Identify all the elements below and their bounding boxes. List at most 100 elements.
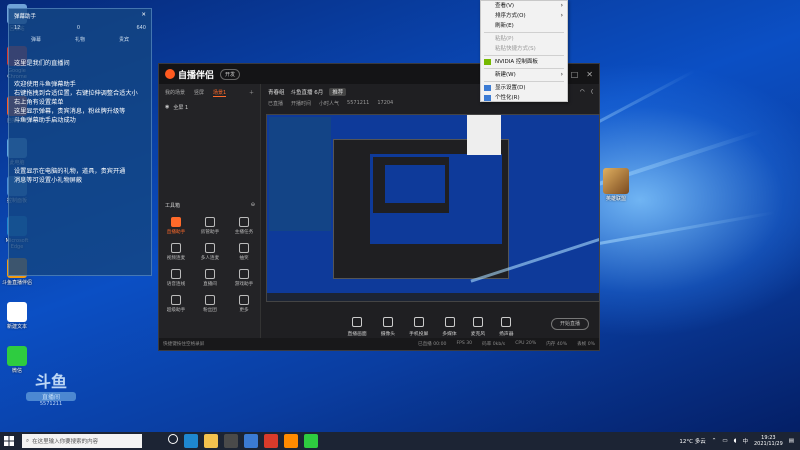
tool-button[interactable]: 粉丝团 bbox=[193, 295, 227, 313]
tool-icon bbox=[171, 269, 181, 279]
menu-item-label: 个性化(R) bbox=[495, 95, 520, 101]
tab-scene1[interactable]: 场景1 bbox=[213, 89, 227, 97]
close-icon[interactable]: ✕ bbox=[141, 12, 146, 20]
tab-gifts[interactable]: 礼物 bbox=[75, 36, 85, 43]
source-button[interactable]: 多媒体 bbox=[442, 317, 457, 337]
notification-icon[interactable]: ▤ bbox=[789, 438, 794, 444]
headset-icon[interactable]: ◠ bbox=[580, 89, 585, 95]
status-metric: 码率 0kb/s bbox=[482, 342, 506, 347]
desktop-icon-game[interactable]: 英雄联盟 bbox=[598, 168, 634, 202]
source-button[interactable]: 麦克风 bbox=[471, 317, 485, 337]
weather[interactable]: 12°C 多云 bbox=[679, 437, 705, 445]
context-menu-item[interactable]: 排序方式(O) › bbox=[481, 11, 567, 21]
chrome-icon[interactable] bbox=[264, 434, 278, 448]
personalize-icon bbox=[484, 95, 491, 101]
edge-icon[interactable] bbox=[184, 434, 198, 448]
tab-vip[interactable]: 贵宾 bbox=[119, 36, 129, 43]
viewers-count: 17204 bbox=[377, 100, 394, 106]
clock[interactable]: 19:23 2021/11/29 bbox=[754, 435, 783, 447]
app-badge[interactable]: 开发 bbox=[220, 68, 241, 80]
context-menu-item: 粘贴快捷方式(S) bbox=[481, 44, 567, 54]
close-button[interactable]: ✕ bbox=[586, 70, 593, 79]
status-metric: 内存 40% bbox=[546, 342, 568, 347]
store-icon[interactable] bbox=[224, 434, 238, 448]
menu-item-label: 显示设置(D) bbox=[495, 85, 526, 91]
tool-icon bbox=[171, 217, 181, 227]
streaming-app-window[interactable]: 自播伴侣 开发 — □ ✕ 我的场景 竖屏 场景1 ＋ ◉ 全屏 1 工具箱 ⊖… bbox=[158, 63, 600, 351]
go-live-button[interactable]: 开始直播 bbox=[551, 318, 589, 330]
tool-label: 抽奖 bbox=[239, 256, 249, 261]
ime-icon[interactable]: 中 bbox=[742, 437, 748, 445]
context-menu-item[interactable]: 查看(V) › bbox=[481, 1, 567, 11]
stream-meta: 5571211 bbox=[347, 100, 370, 106]
explorer-icon[interactable] bbox=[204, 434, 218, 448]
app-logo: 自播伴侣 bbox=[165, 68, 214, 81]
menu-item-label: 粘贴(P) bbox=[495, 36, 514, 42]
context-menu-item[interactable]: 个性化(R) bbox=[481, 93, 567, 103]
tool-button[interactable]: 直播间 bbox=[193, 269, 227, 287]
tool-button[interactable]: 主播任务 bbox=[227, 217, 261, 235]
wechat-icon[interactable] bbox=[304, 434, 318, 448]
context-menu-item[interactable]: 刷新(E) bbox=[481, 21, 567, 31]
task-view-icon[interactable] bbox=[168, 434, 178, 444]
source-button[interactable]: 摄像头 bbox=[381, 317, 395, 337]
tool-button[interactable]: 语音连线 bbox=[159, 269, 193, 287]
source-button[interactable]: 直播画面 bbox=[347, 317, 367, 337]
source-button[interactable]: 扬声器 bbox=[499, 317, 514, 337]
preview-taskbar bbox=[267, 293, 599, 301]
source-button[interactable]: 手机投屏 bbox=[409, 317, 428, 337]
context-menu-item[interactable]: 显示设置(D) bbox=[481, 83, 567, 93]
toolbox: 工具箱 ⊖ 直播助手 房管助手 主播任务视频连麦 多人连麦 抽奖语音连线 直播间 游戏助手超… bbox=[159, 202, 261, 313]
tool-label: 粉丝团 bbox=[203, 308, 217, 313]
mail-icon[interactable] bbox=[244, 434, 258, 448]
tool-label: 房管助手 bbox=[200, 230, 220, 235]
menu-item-label: 刷新(E) bbox=[495, 23, 514, 29]
tray-chevron-icon[interactable]: ⌃ bbox=[712, 438, 717, 444]
start-button[interactable] bbox=[0, 432, 18, 450]
context-menu-item[interactable]: NVIDIA 控制面板 bbox=[481, 57, 567, 67]
tool-label: 多人连麦 bbox=[200, 256, 220, 261]
tool-button[interactable]: 抽奖 bbox=[227, 243, 261, 261]
tool-button[interactable]: 直播助手 bbox=[159, 217, 193, 235]
preview-nested-panel bbox=[269, 117, 331, 231]
scene-tabs: 我的场景 竖屏 场景1 ＋ bbox=[159, 84, 260, 102]
context-menu-item[interactable]: 新建(W) › bbox=[481, 70, 567, 80]
tab-my-scenes[interactable]: 我的场景 bbox=[165, 89, 185, 97]
tab-danmaku[interactable]: 弹幕 bbox=[31, 36, 41, 43]
desktop-icon-label: 斗鱼直播伴侣 bbox=[2, 280, 33, 286]
tab-vertical[interactable]: 竖屏 bbox=[194, 89, 204, 97]
danmaku-chat-panel[interactable]: 弹幕助手 ✕ 12 0 640 弹幕 礼物 贵宾 这里是我们的直播间 欢迎使用斗… bbox=[8, 8, 152, 276]
tool-button[interactable]: 超级助手 bbox=[159, 295, 193, 313]
app-logo-icon bbox=[165, 69, 175, 79]
main-pane: 青春组 斗鱼直播 6月 推荐 ◠ ⟨ 已直播 开播时间 小时人气 5571211… bbox=[262, 84, 600, 338]
toolbox-header: 工具箱 ⊖ bbox=[159, 202, 261, 209]
eye-icon[interactable]: ◉ bbox=[165, 104, 169, 111]
chat-panel-tabs: 弹幕 礼物 贵宾 bbox=[14, 36, 146, 43]
desktop-icon[interactable]: 新建文本 bbox=[2, 302, 32, 330]
tool-button[interactable]: 多人连麦 bbox=[193, 243, 227, 261]
tool-button[interactable]: 更多 bbox=[227, 295, 261, 313]
add-scene-icon[interactable]: ＋ bbox=[249, 89, 254, 97]
volume-icon[interactable]: ◖ bbox=[734, 438, 737, 444]
menu-item-label: 新建(W) bbox=[495, 72, 516, 78]
nvidia-icon bbox=[484, 59, 491, 65]
share-icon[interactable]: ⟨ bbox=[591, 89, 593, 95]
douyu-icon[interactable] bbox=[284, 434, 298, 448]
app-statusbar: 快捷键按住空格录屏 已直播 00:00 FPS 30 码率 0kb/s CPU 20%… bbox=[159, 338, 599, 350]
tool-button[interactable]: 游戏助手 bbox=[227, 269, 261, 287]
stream-preview[interactable] bbox=[266, 114, 600, 302]
scene-item[interactable]: ◉ 全屏 1 bbox=[159, 102, 260, 113]
taskbar-search[interactable]: ⌕ 在这里输入你要搜索的内容 bbox=[22, 434, 142, 448]
tool-icon bbox=[239, 269, 249, 279]
tool-button[interactable]: 房管助手 bbox=[193, 217, 227, 235]
source-label: 直播画面 bbox=[347, 332, 367, 337]
maximize-button[interactable]: □ bbox=[571, 70, 579, 79]
stream-meta: 开播时间 bbox=[291, 101, 312, 107]
watermark-line2: 直播间 bbox=[26, 392, 76, 401]
tool-button[interactable]: 视频连麦 bbox=[159, 243, 193, 261]
collapse-icon[interactable]: ⊖ bbox=[251, 202, 255, 209]
network-icon[interactable]: ▭ bbox=[722, 438, 727, 444]
stream-tag[interactable]: 推荐 bbox=[329, 88, 347, 96]
chat-message: 这里显示弹幕，贵宾消息，粉丝牌升级等 bbox=[14, 108, 126, 115]
desktop-icon-label: 英雄联盟 bbox=[605, 196, 626, 202]
